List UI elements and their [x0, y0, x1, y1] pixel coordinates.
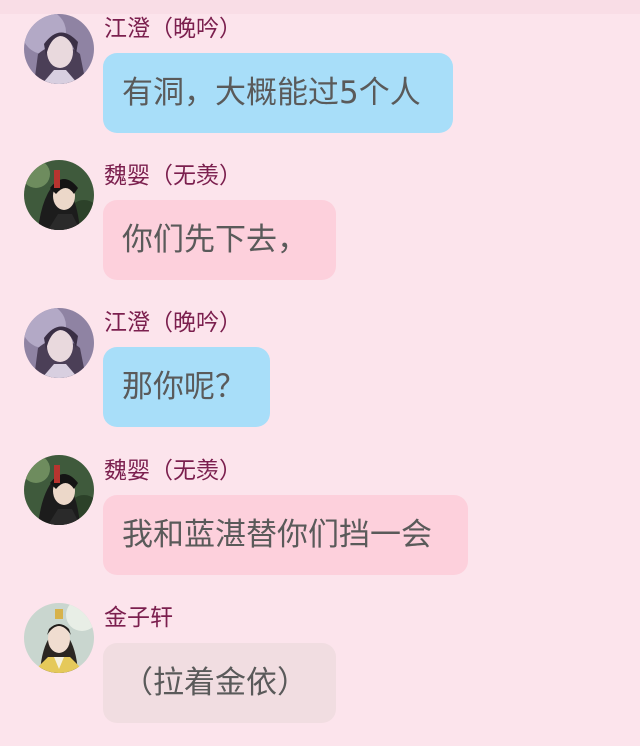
jiang-cheng-avatar[interactable]	[24, 308, 94, 378]
message-bubble[interactable]: 那你呢？	[103, 347, 270, 427]
sender-name: 魏婴（无羡）	[104, 458, 242, 484]
sender-name: 魏婴（无羡）	[104, 163, 242, 189]
sender-name: 金子轩	[104, 605, 173, 631]
chat-log: 江澄（晚吟） 有洞，大概能过5个人 魏婴（无羡） 你们先下去， 江澄（晚吟） 那…	[0, 0, 640, 746]
wei-ying-avatar[interactable]	[24, 455, 94, 525]
sender-name: 江澄（晚吟）	[104, 310, 242, 336]
sender-name: 江澄（晚吟）	[104, 16, 242, 42]
jiang-cheng-avatar[interactable]	[24, 14, 94, 84]
message-bubble[interactable]: 你们先下去，	[103, 200, 336, 280]
message-bubble[interactable]: 有洞，大概能过5个人	[103, 53, 453, 133]
message-bubble[interactable]: 我和蓝湛替你们挡一会	[103, 495, 468, 575]
top-strip	[0, 0, 640, 14]
wei-ying-avatar[interactable]	[24, 160, 94, 230]
message-bubble[interactable]: （拉着金依）	[103, 643, 336, 723]
jin-zixuan-avatar[interactable]	[24, 603, 94, 673]
